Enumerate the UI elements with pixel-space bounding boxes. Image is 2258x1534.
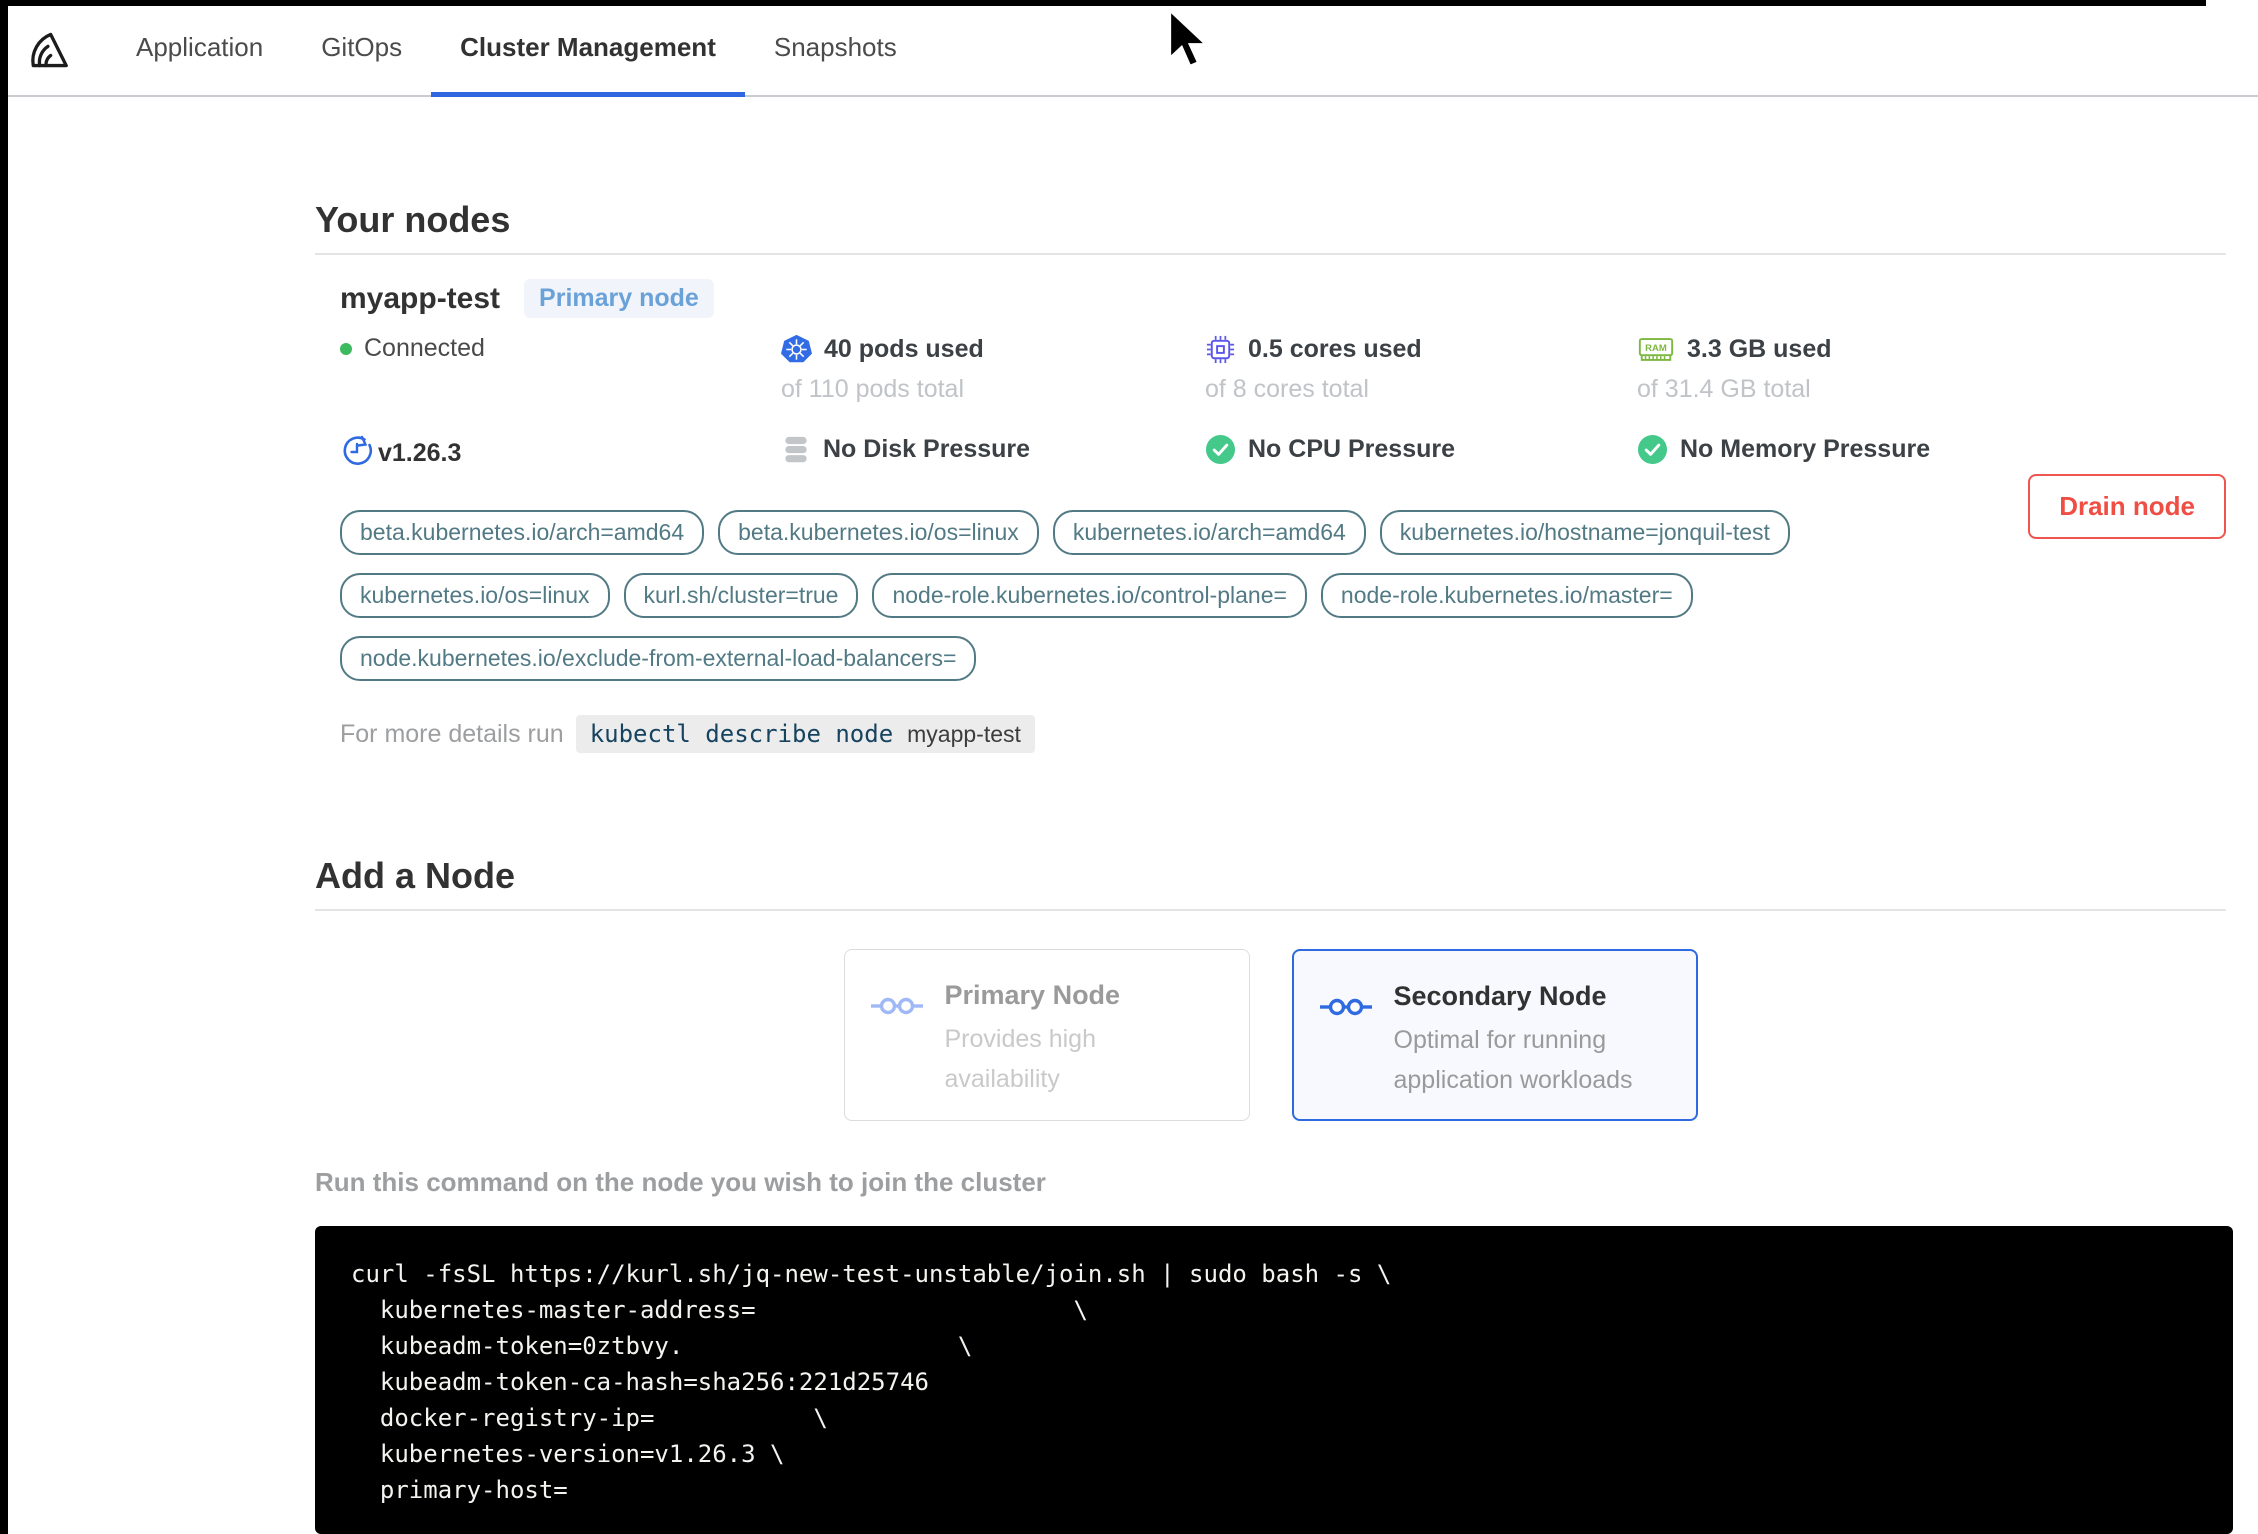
tab-label: Application (136, 32, 264, 62)
add-node-heading: Add a Node (315, 855, 516, 896)
memory-total-label: of 31.4 GB total (1637, 375, 1811, 403)
stat-cores: 0.5 cores used of 8 cores total (1205, 334, 1637, 404)
secondary-node-card[interactable]: Secondary Node Optimal for running appli… (1291, 949, 1698, 1121)
tab-label: GitOps (321, 32, 403, 62)
your-nodes-heading: Your nodes (315, 199, 511, 240)
svg-text:RAM: RAM (1645, 343, 1667, 354)
node-status: Connected (340, 334, 781, 363)
disk-icon (781, 434, 811, 465)
node-label-tag: kubernetes.io/hostname=jonquil-test (1379, 510, 1790, 555)
node-name: myapp-test (340, 281, 501, 315)
mouse-cursor (1167, 8, 1212, 69)
node-label-tag: node.kubernetes.io/exclude-from-external… (340, 636, 977, 681)
primary-node-badge: Primary node (524, 279, 714, 318)
join-command-line: kubernetes-version=v1.26.3 \ (351, 1440, 785, 1468)
node-card: myapp-test Primary node Connected 40 pod… (315, 279, 2226, 753)
secondary-node-description: Optimal for running application workload… (1393, 1026, 1633, 1094)
node-version: v1.26.3 (340, 434, 781, 468)
kubectl-command: kubectl describe node (589, 720, 894, 748)
kubernetes-icon (781, 334, 812, 365)
node-label-tag: node-role.kubernetes.io/master= (1320, 573, 1693, 618)
join-instruction: Run this command on the node you wish to… (315, 1167, 1046, 1197)
node-labels: beta.kubernetes.io/arch=amd64 beta.kuber… (340, 510, 1940, 681)
primary-node-card[interactable]: Primary Node Provides high availability (843, 949, 1250, 1121)
join-command-line: curl -fsSL https://kurl.sh/jq-new-test-u… (351, 1260, 1392, 1288)
cpu-icon (1205, 334, 1236, 365)
secondary-node-title: Secondary Node (1393, 981, 1607, 1011)
node-details-hint: For more details run kubectl describe no… (340, 715, 2226, 753)
memory-pressure-label: No Memory Pressure (1680, 435, 1931, 463)
tab-label: Snapshots (773, 32, 897, 62)
kubectl-command-chip: kubectl describe node myapp-test (575, 715, 1035, 753)
condition-disk: No Disk Pressure (781, 434, 1205, 465)
node-type-options: Primary Node Provides high availability … (315, 949, 2226, 1121)
join-command-line: kubeadm-token=0ztbvy. \ (351, 1332, 973, 1360)
condition-memory: No Memory Pressure (1637, 434, 2226, 465)
active-tab-underline (431, 92, 745, 97)
version-history-icon (340, 434, 374, 468)
join-command-block: curl -fsSL https://kurl.sh/jq-new-test-u… (315, 1226, 2233, 1534)
node-link-icon (1319, 995, 1372, 1024)
nav-tabs: Application GitOps Cluster Management Sn… (107, 0, 926, 97)
main-content: Your nodes myapp-test Primary node Conne… (315, 199, 2233, 1534)
join-command-line: docker-registry-ip= \ (351, 1404, 828, 1432)
node-label-tag: beta.kubernetes.io/os=linux (718, 510, 1039, 555)
top-nav: Application GitOps Cluster Management Sn… (0, 0, 2258, 97)
disk-pressure-label: No Disk Pressure (823, 435, 1031, 463)
section-divider (315, 909, 2226, 911)
join-command-line: primary-host= (351, 1476, 568, 1504)
primary-node-description: Provides high availability (944, 1025, 1096, 1093)
cores-total-label: of 8 cores total (1205, 375, 1369, 403)
memory-used-label: 3.3 GB used (1687, 335, 1832, 363)
node-label-tag: beta.kubernetes.io/arch=amd64 (340, 510, 705, 555)
section-divider (315, 253, 2226, 255)
primary-node-title: Primary Node (944, 980, 1121, 1010)
version-label: v1.26.3 (378, 439, 462, 467)
pods-used-label: 40 pods used (824, 335, 984, 363)
window-edge-left (0, 0, 8, 1534)
stat-pods: 40 pods used of 110 pods total (781, 334, 1205, 404)
cores-used-label: 0.5 cores used (1248, 335, 1422, 363)
tab-application[interactable]: Application (107, 0, 292, 95)
cpu-pressure-label: No CPU Pressure (1248, 435, 1456, 463)
join-command-line: kubernetes-master-address= \ (351, 1296, 1088, 1324)
node-label-tag: kubernetes.io/arch=amd64 (1052, 510, 1366, 555)
tab-snapshots[interactable]: Snapshots (745, 0, 926, 95)
pods-total-label: of 110 pods total (781, 375, 965, 403)
stat-memory: RAM 3.3 GB used of 31.4 GB total (1637, 334, 2226, 404)
check-icon (1637, 434, 1668, 465)
window-edge-top (0, 0, 2206, 6)
check-icon (1205, 434, 1236, 465)
ram-icon: RAM (1637, 334, 1675, 365)
drain-node-button[interactable]: Drain node (2028, 474, 2226, 539)
condition-cpu: No CPU Pressure (1205, 434, 1637, 465)
node-label-tag: node-role.kubernetes.io/control-plane= (872, 573, 1307, 618)
details-prefix: For more details run (340, 719, 564, 748)
node-link-icon (870, 994, 923, 1023)
node-label-tag: kubernetes.io/os=linux (340, 573, 610, 618)
tab-gitops[interactable]: GitOps (292, 0, 431, 95)
connected-dot-icon (340, 342, 352, 355)
tab-label: Cluster Management (460, 32, 716, 62)
node-label-tag: kurl.sh/cluster=true (623, 573, 859, 618)
kubectl-command-arg: myapp-test (907, 720, 1021, 747)
join-command-line: kubeadm-token-ca-hash=sha256:221d25746 (351, 1368, 929, 1396)
replicated-logo-icon (31, 32, 68, 68)
tab-cluster-management[interactable]: Cluster Management (431, 0, 745, 97)
status-label: Connected (364, 334, 485, 362)
